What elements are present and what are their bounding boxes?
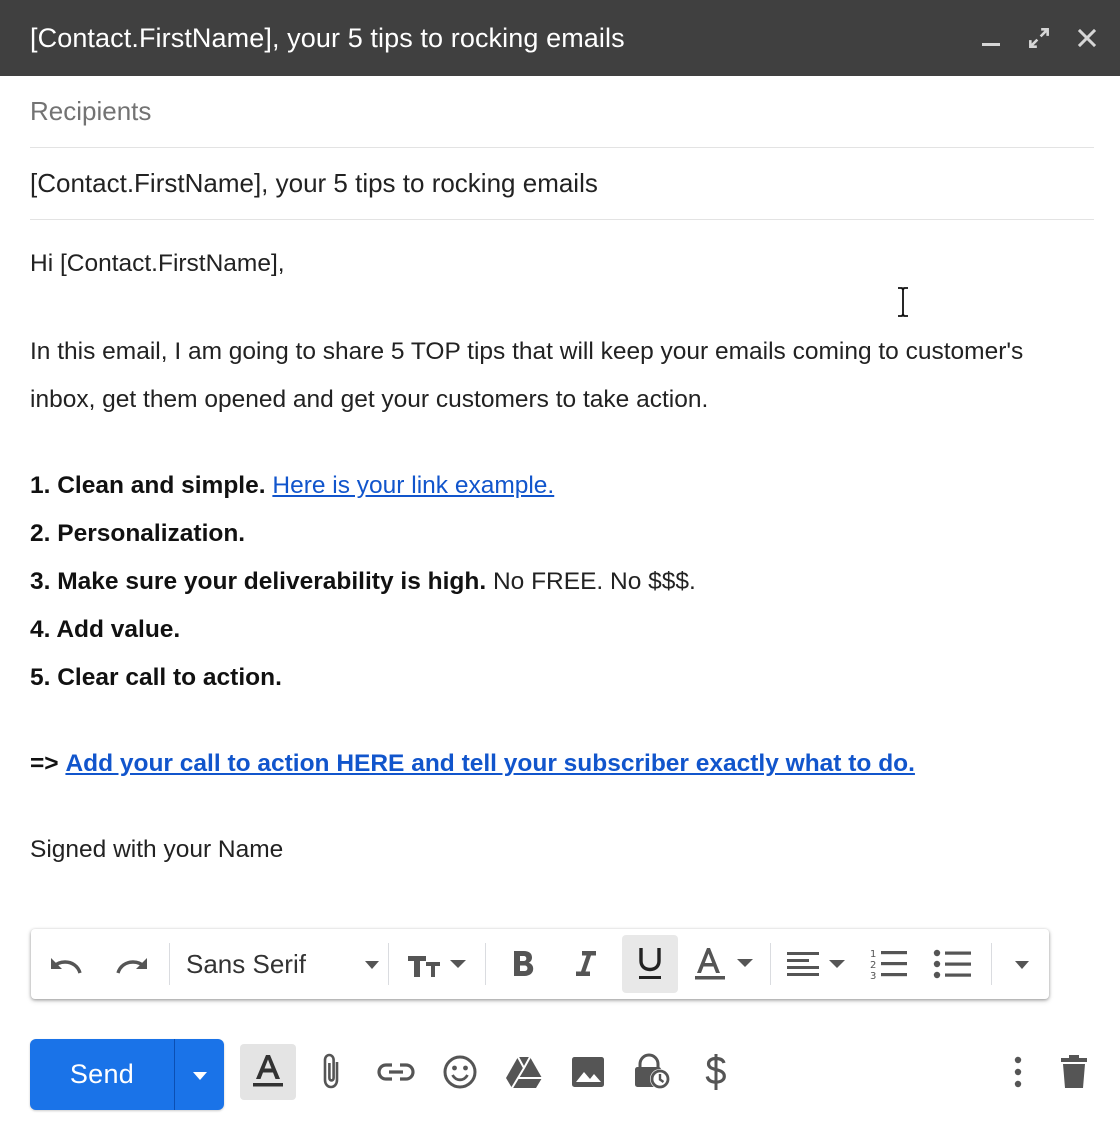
tip-5-title: 5. Clear call to action. bbox=[30, 664, 282, 691]
svg-text:2: 2 bbox=[870, 960, 876, 971]
italic-button[interactable] bbox=[554, 935, 616, 993]
tip-3-title: 3. Make sure your deliverability is high… bbox=[30, 568, 487, 595]
window-title: [Contact.FirstName], your 5 tips to rock… bbox=[30, 22, 625, 53]
close-icon[interactable] bbox=[1068, 19, 1106, 57]
align-button[interactable] bbox=[777, 935, 857, 993]
send-button[interactable]: Send bbox=[30, 1039, 174, 1110]
bold-icon bbox=[514, 951, 534, 976]
intro-line-1: In this email, I am going to share 5 TOP… bbox=[30, 338, 1024, 365]
dollar-icon[interactable] bbox=[688, 1044, 744, 1100]
more-formatting-button[interactable] bbox=[998, 935, 1046, 993]
subject-text: [Contact.FirstName], your 5 tips to rock… bbox=[30, 168, 598, 198]
window-controls bbox=[972, 0, 1106, 76]
recipients-placeholder: Recipients bbox=[30, 96, 152, 126]
svg-text:1: 1 bbox=[870, 949, 876, 960]
subject-field[interactable]: [Contact.FirstName], your 5 tips to rock… bbox=[30, 148, 1094, 220]
underline-icon bbox=[639, 948, 661, 979]
formatting-options-icon[interactable] bbox=[240, 1044, 296, 1100]
attach-icon[interactable] bbox=[304, 1044, 360, 1100]
undo-button[interactable] bbox=[35, 935, 99, 993]
chevron-down-icon bbox=[365, 961, 379, 969]
minimize-icon[interactable] bbox=[972, 19, 1010, 57]
tip-2-title: 2. Personalization. bbox=[30, 520, 246, 547]
chevron-down-icon bbox=[192, 1071, 207, 1080]
compose-title-bar[interactable]: [Contact.FirstName], your 5 tips to rock… bbox=[0, 0, 1120, 76]
cta-link[interactable]: Add your call to action HERE and tell yo… bbox=[65, 750, 915, 777]
tip-3-note: No FREE. No $$$. bbox=[492, 568, 696, 595]
text-cursor-icon bbox=[898, 287, 908, 317]
emoji-icon[interactable] bbox=[432, 1044, 488, 1100]
font-family-select[interactable]: Sans Serif bbox=[176, 935, 382, 993]
tip-5: 5. Clear call to action. bbox=[30, 654, 1100, 702]
formatting-toolbar: Sans Serif 1 2 3 bbox=[31, 929, 1049, 999]
align-left-icon bbox=[787, 952, 845, 976]
bulleted-list-button[interactable] bbox=[921, 935, 985, 993]
tip-4: 4. Add value. bbox=[30, 606, 1100, 654]
link-icon[interactable] bbox=[368, 1044, 424, 1100]
confidential-mode-icon[interactable] bbox=[624, 1044, 680, 1100]
redo-icon bbox=[116, 958, 147, 974]
text-size-icon bbox=[408, 956, 466, 977]
expand-icon[interactable] bbox=[1020, 19, 1058, 57]
send-options-button[interactable] bbox=[174, 1039, 224, 1110]
drive-icon[interactable] bbox=[496, 1044, 552, 1100]
underline-button[interactable] bbox=[622, 935, 678, 993]
more-options-icon[interactable] bbox=[990, 1044, 1046, 1100]
font-family-value: Sans Serif bbox=[186, 948, 306, 979]
italic-icon bbox=[576, 951, 596, 976]
cta-line: => Add your call to action HERE and tell… bbox=[30, 740, 1100, 788]
tip-3: 3. Make sure your deliverability is high… bbox=[30, 558, 1100, 606]
chevron-down-icon bbox=[1015, 961, 1029, 969]
compose-action-bar: Send bbox=[0, 1030, 1120, 1126]
svg-text:3: 3 bbox=[870, 971, 876, 981]
bold-button[interactable] bbox=[492, 935, 554, 993]
photo-icon[interactable] bbox=[560, 1044, 616, 1100]
undo-icon bbox=[51, 958, 82, 974]
discard-icon[interactable] bbox=[1046, 1044, 1102, 1100]
tip-1-title: 1. Clean and simple. bbox=[30, 472, 266, 499]
tip-1-link[interactable]: Here is your link example. bbox=[272, 472, 554, 499]
intro-line-2: inbox, get them opened and get your cust… bbox=[30, 386, 709, 413]
send-button-group: Send bbox=[30, 1039, 224, 1110]
numbered-list-button[interactable]: 1 2 3 bbox=[857, 935, 921, 993]
signature: Signed with your Name bbox=[30, 836, 284, 863]
text-color-button[interactable] bbox=[684, 935, 764, 993]
tip-4-title: 4. Add value. bbox=[30, 616, 181, 643]
bulleted-list-icon bbox=[933, 949, 971, 979]
redo-button[interactable] bbox=[99, 935, 163, 993]
greeting: Hi [Contact.FirstName], bbox=[30, 250, 285, 277]
message-body[interactable]: Hi [Contact.FirstName], In this email, I… bbox=[30, 240, 1100, 874]
text-size-button[interactable] bbox=[395, 935, 479, 993]
tip-2: 2. Personalization. bbox=[30, 510, 1100, 558]
recipients-field[interactable]: Recipients bbox=[30, 76, 1094, 148]
text-color-icon bbox=[695, 948, 753, 980]
tip-1: 1. Clean and simple. Here is your link e… bbox=[30, 462, 1100, 510]
numbered-list-icon: 1 2 3 bbox=[870, 949, 907, 981]
cta-prefix: => bbox=[30, 750, 59, 777]
